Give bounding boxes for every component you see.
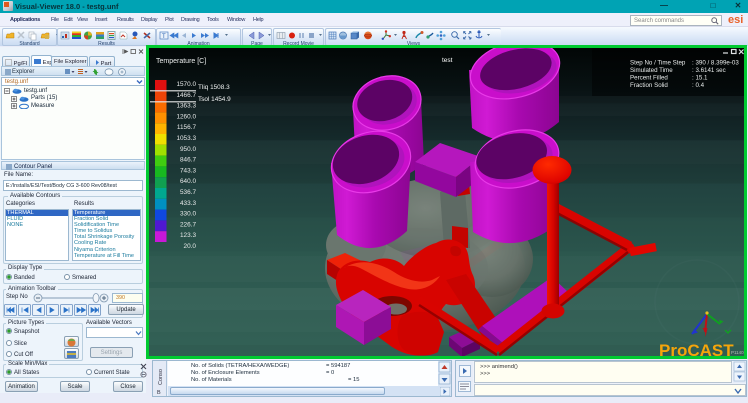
svg-text:: 3.6141 sec: : 3.6141 sec: [692, 67, 726, 74]
svg-text:: 0.4: : 0.4: [692, 82, 705, 89]
svg-text:226.7: 226.7: [180, 221, 196, 228]
svg-text:B: B: [157, 390, 161, 396]
svg-text:1156.7: 1156.7: [177, 124, 197, 131]
svg-text:Percent Filled: Percent Filled: [630, 75, 668, 82]
svg-text:1053.3: 1053.3: [176, 135, 196, 142]
svg-text:1363.3: 1363.3: [176, 103, 196, 110]
svg-text:Tliq 1508.3: Tliq 1508.3: [198, 84, 230, 91]
svg-text:123.3: 123.3: [180, 232, 196, 239]
svg-text:Simulated Time: Simulated Time: [630, 67, 673, 74]
svg-text:536.7: 536.7: [180, 189, 196, 196]
svg-text:743.3: 743.3: [180, 167, 196, 174]
svg-text:Step No / Time Step: Step No / Time Step: [630, 60, 686, 67]
svg-text:640.0: 640.0: [180, 178, 196, 185]
svg-text:950.0: 950.0: [180, 146, 196, 153]
svg-text:1466.7: 1466.7: [176, 92, 196, 99]
svg-text:Tsol 1454.9: Tsol 1454.9: [198, 96, 231, 103]
svg-text:846.7: 846.7: [180, 157, 196, 164]
svg-text:Temperature [C]: Temperature [C]: [156, 58, 206, 65]
svg-text:1260.0: 1260.0: [176, 113, 196, 120]
svg-text:test: test: [442, 57, 453, 64]
svg-text:1570.0: 1570.0: [176, 81, 196, 88]
svg-text:: 15.1: : 15.1: [692, 75, 708, 82]
svg-text:433.3: 433.3: [180, 200, 196, 207]
svg-text:: 390 / 8.399e-03: : 390 / 8.399e-03: [692, 60, 739, 67]
svg-text:Fraction Solid: Fraction Solid: [630, 82, 668, 89]
svg-text:P1140: P1140: [731, 350, 744, 355]
svg-text:330.0: 330.0: [180, 211, 196, 218]
svg-text:20.0: 20.0: [184, 243, 197, 250]
svg-text:esi: esi: [728, 14, 743, 26]
svg-text:T: T: [162, 34, 166, 40]
svg-text:Conso: Conso: [158, 369, 164, 385]
